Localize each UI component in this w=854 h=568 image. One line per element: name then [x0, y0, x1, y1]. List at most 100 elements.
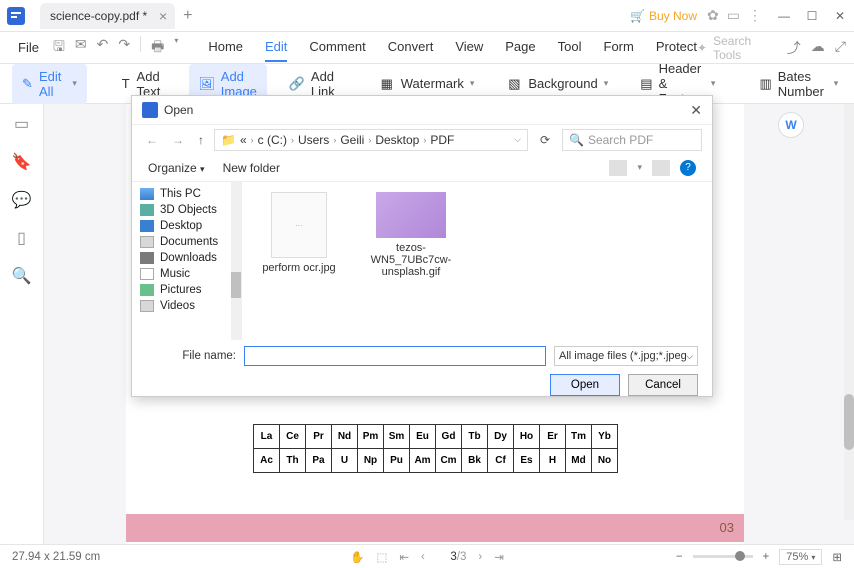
dialog-app-icon	[142, 102, 158, 118]
document-tab[interactable]: science-copy.pdf * ×	[40, 3, 175, 29]
tree-3d-objects[interactable]: 3D Objects	[132, 202, 241, 218]
search-panel-icon[interactable]: 🔍	[12, 266, 32, 286]
comment-panel-icon[interactable]: 💬	[12, 190, 32, 210]
breadcrumb[interactable]: 📁 «› c (C:)› Users› Geili› Desktop› PDF …	[214, 129, 528, 151]
bates-number-button[interactable]: ▥ Bates Number ▾	[749, 64, 848, 104]
dialog-titlebar: Open ✕	[132, 96, 712, 124]
tree-videos[interactable]: Videos	[132, 298, 241, 314]
expand-icon[interactable]: ⤢	[835, 38, 846, 58]
element-cell: H	[540, 449, 566, 473]
thumbnails-icon[interactable]: ▭	[14, 114, 29, 134]
zoom-out-icon[interactable]: −	[676, 551, 683, 563]
page-input[interactable]	[437, 551, 457, 563]
new-folder-button[interactable]: New folder	[223, 161, 280, 175]
dialog-toolbar: Organize ▾ New folder ▾ ?	[132, 154, 712, 182]
link-icon: 🔗	[289, 76, 305, 92]
next-page-icon[interactable]: ›	[478, 551, 482, 563]
dialog-search-input[interactable]: 🔍 Search PDF	[562, 129, 702, 151]
attachment-icon[interactable]: ▯	[17, 228, 26, 248]
bookmark-icon[interactable]: 🔖	[12, 152, 32, 172]
zoom-handle[interactable]	[735, 551, 745, 561]
breadcrumb-dropdown-icon[interactable]: ⌵	[514, 134, 521, 145]
first-page-icon[interactable]: ⇤	[399, 550, 409, 564]
scrollbar-thumb[interactable]	[844, 394, 854, 450]
background-button[interactable]: ▧ Background ▾	[496, 71, 618, 97]
minimize-button[interactable]: —	[770, 0, 798, 32]
print-dropdown-icon[interactable]: ▾	[174, 36, 178, 60]
tree-desktop[interactable]: Desktop	[132, 218, 241, 234]
notify-icon[interactable]: ▭	[727, 7, 740, 24]
tab-view[interactable]: View	[455, 33, 483, 62]
last-page-icon[interactable]: ⇥	[494, 550, 504, 564]
cloud-icon[interactable]: ☁	[811, 38, 825, 58]
preview-pane-button[interactable]	[652, 160, 670, 176]
element-cell: Th	[280, 449, 306, 473]
folder-tree[interactable]: This PC 3D Objects Desktop Documents Dow…	[132, 182, 242, 340]
watermark-button[interactable]: ▦ Watermark ▾	[369, 71, 485, 97]
mail-icon[interactable]: ✉	[75, 36, 87, 60]
refresh-icon[interactable]: ⟳	[534, 133, 556, 147]
page-footer-bar	[126, 514, 744, 542]
tab-edit[interactable]: Edit	[265, 33, 287, 62]
view-mode-button[interactable]	[609, 160, 627, 176]
filename-input[interactable]	[244, 346, 546, 366]
element-cell: No	[592, 449, 618, 473]
fit-page-icon[interactable]: ⊞	[832, 550, 842, 564]
zoom-in-icon[interactable]: +	[763, 551, 770, 563]
tab-form[interactable]: Form	[604, 33, 634, 62]
nav-forward-icon[interactable]: →	[168, 133, 188, 147]
tab-comment[interactable]: Comment	[309, 33, 365, 62]
nav-back-icon[interactable]: ←	[142, 133, 162, 147]
file-filter-select[interactable]: All image files (*.jpg;*.jpeg;*.jpe ⌵	[554, 346, 698, 366]
tree-documents[interactable]: Documents	[132, 234, 241, 250]
print-icon[interactable]: 🖶	[151, 36, 164, 60]
prev-page-icon[interactable]: ‹	[421, 551, 425, 563]
pencil-icon: ✎	[22, 76, 33, 92]
cancel-button[interactable]: Cancel	[628, 374, 698, 396]
tree-scrollbar-thumb[interactable]	[231, 272, 241, 298]
zoom-slider[interactable]	[693, 555, 753, 558]
file-list[interactable]: ··· perform ocr.jpg tezos-WN5_7UBc7cw-un…	[242, 182, 712, 340]
dialog-title: Open	[164, 103, 193, 117]
element-cell: Tm	[566, 425, 592, 449]
maximize-button[interactable]: ☐	[798, 0, 826, 32]
dialog-close-button[interactable]: ✕	[690, 102, 702, 119]
tree-music[interactable]: Music	[132, 266, 241, 282]
select-tool-icon[interactable]: ⬚	[376, 550, 387, 564]
tab-page[interactable]: Page	[505, 33, 535, 62]
hand-tool-icon[interactable]: ✋	[350, 550, 364, 564]
tree-downloads[interactable]: Downloads	[132, 250, 241, 266]
tree-scrollbar[interactable]	[231, 182, 241, 340]
help-button[interactable]: ?	[680, 160, 696, 176]
element-cell: Sm	[384, 425, 410, 449]
word-export-badge[interactable]: W	[778, 112, 804, 138]
redo-icon[interactable]: ↷	[118, 36, 130, 60]
edit-all-button[interactable]: ✎ Edit All ▾	[12, 64, 87, 104]
new-tab-button[interactable]: +	[183, 7, 192, 25]
vertical-scrollbar[interactable]	[844, 104, 854, 520]
close-button[interactable]: ✕	[826, 0, 854, 32]
save-icon[interactable]: 🖫	[53, 36, 65, 60]
share-icon[interactable]: ⤴	[787, 38, 801, 58]
menu-tabs: Home Edit Comment Convert View Page Tool…	[208, 33, 697, 62]
undo-icon[interactable]: ↶	[97, 36, 109, 60]
element-cell: Es	[514, 449, 540, 473]
tab-tool[interactable]: Tool	[558, 33, 582, 62]
kebab-icon[interactable]: ⋮	[748, 7, 762, 24]
dialog-body: This PC 3D Objects Desktop Documents Dow…	[132, 182, 712, 340]
file-item-jpg[interactable]: ··· perform ocr.jpg	[258, 192, 340, 274]
tree-this-pc[interactable]: This PC	[132, 186, 241, 202]
tab-home[interactable]: Home	[208, 33, 243, 62]
file-menu[interactable]: File	[8, 40, 49, 55]
tab-close-icon[interactable]: ×	[159, 8, 167, 24]
open-button[interactable]: Open	[550, 374, 620, 396]
buy-now-link[interactable]: 🛒 Buy Now	[630, 9, 697, 23]
tab-convert[interactable]: Convert	[388, 33, 434, 62]
file-item-gif[interactable]: tezos-WN5_7UBc7cw-unsplash.gif	[370, 192, 452, 278]
gift-icon[interactable]: ✿	[707, 7, 719, 24]
zoom-percent[interactable]: 75% ▾	[779, 549, 822, 565]
organize-menu[interactable]: Organize ▾	[148, 161, 205, 175]
nav-up-icon[interactable]: ↑	[194, 133, 208, 147]
app-icon	[0, 0, 32, 32]
tree-pictures[interactable]: Pictures	[132, 282, 241, 298]
